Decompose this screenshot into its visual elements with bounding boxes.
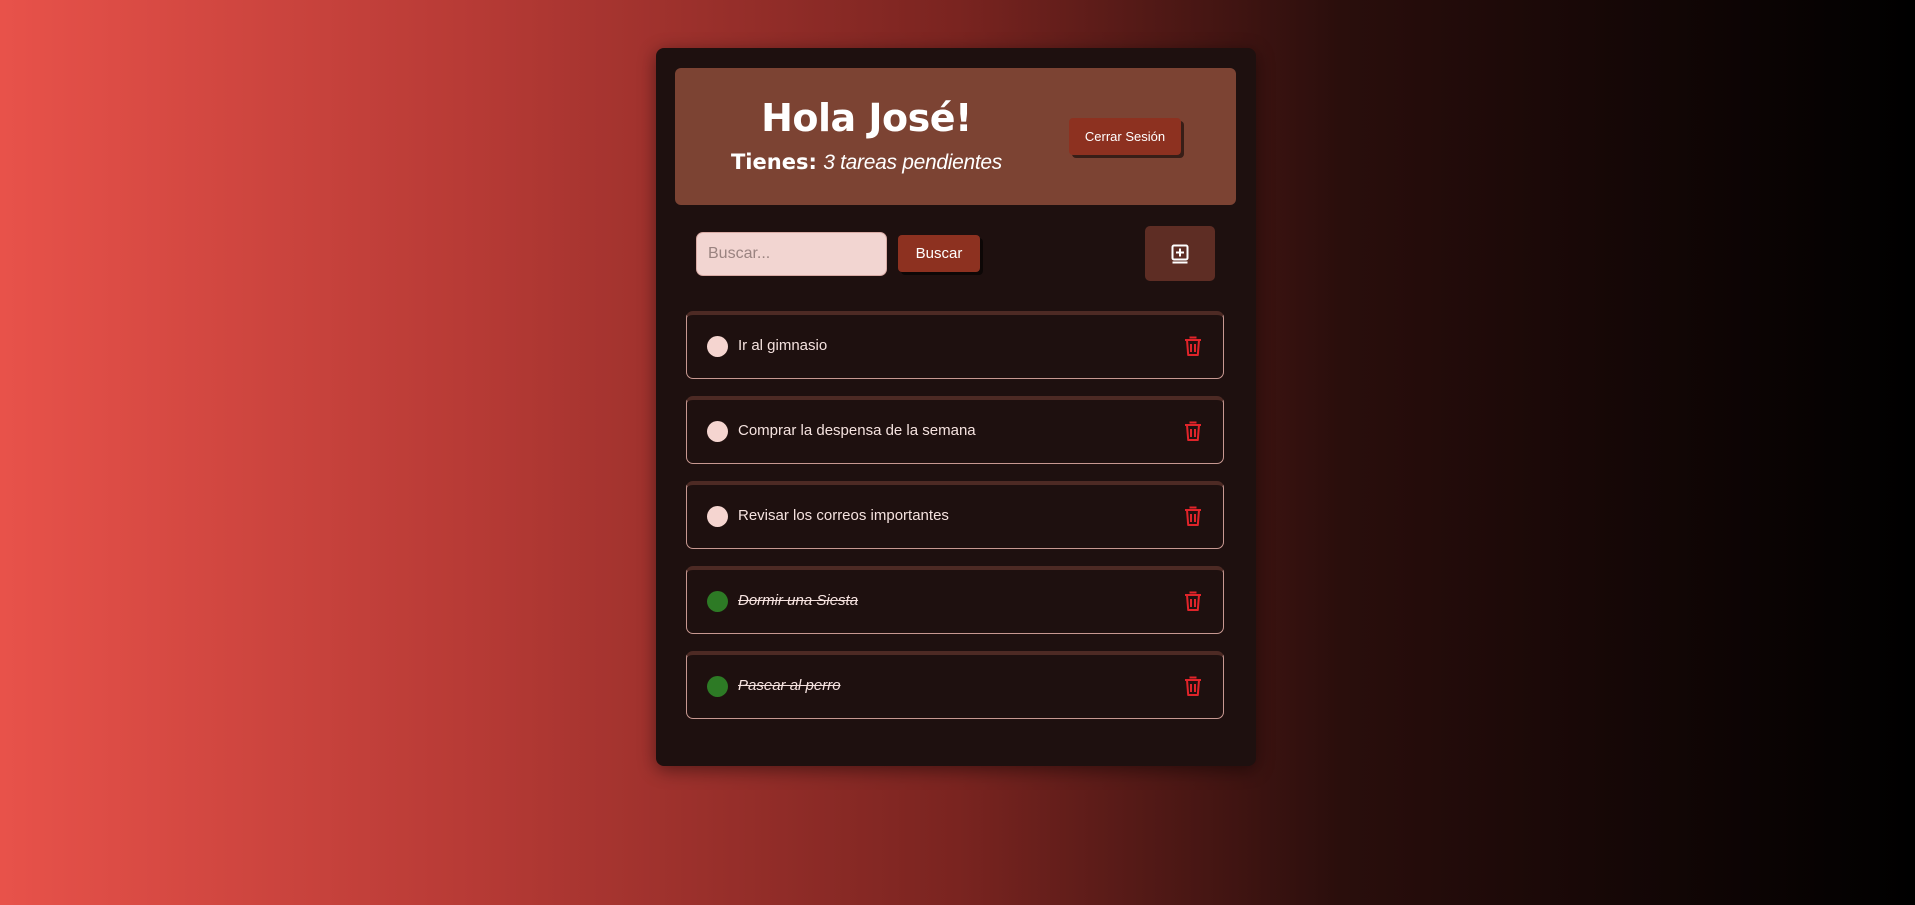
- pending-count: 3 tareas pendientes: [823, 151, 1003, 174]
- task-item: Revisar los correos importantes: [686, 481, 1224, 549]
- trash-icon[interactable]: [1183, 420, 1203, 442]
- pending-summary: Tienes: 3 tareas pendientes: [675, 146, 1058, 178]
- pending-label: Tienes:: [730, 150, 817, 174]
- task-text: Comprar la despensa de la semana: [738, 422, 976, 439]
- add-note-icon: [1171, 244, 1189, 263]
- task-status-toggle[interactable]: [707, 336, 728, 357]
- task-status-toggle[interactable]: [707, 591, 728, 612]
- search-button[interactable]: Buscar: [898, 235, 980, 272]
- add-task-button[interactable]: [1145, 226, 1215, 281]
- trash-icon[interactable]: [1183, 675, 1203, 697]
- header: Hola José! Tienes: 3 tareas pendientes C…: [675, 68, 1236, 205]
- trash-icon[interactable]: [1183, 590, 1203, 612]
- task-text: Revisar los correos importantes: [738, 507, 949, 524]
- logout-button[interactable]: Cerrar Sesión: [1069, 118, 1181, 155]
- task-item: Ir al gimnasio: [686, 311, 1224, 379]
- task-status-toggle[interactable]: [707, 421, 728, 442]
- task-item: Comprar la despensa de la semana: [686, 396, 1224, 464]
- trash-icon[interactable]: [1183, 505, 1203, 527]
- todo-card: Hola José! Tienes: 3 tareas pendientes C…: [656, 48, 1256, 766]
- trash-icon[interactable]: [1183, 335, 1203, 357]
- task-text: Pasear al perro: [738, 677, 841, 694]
- search-input[interactable]: [696, 232, 887, 276]
- task-text: Ir al gimnasio: [738, 337, 828, 354]
- greeting-title: Hola José!: [761, 96, 972, 140]
- task-status-toggle[interactable]: [707, 506, 728, 527]
- task-item: Dormir una Siesta: [686, 566, 1224, 634]
- task-text: Dormir una Siesta: [738, 592, 859, 609]
- task-status-toggle[interactable]: [707, 676, 728, 697]
- task-item: Pasear al perro: [686, 651, 1224, 719]
